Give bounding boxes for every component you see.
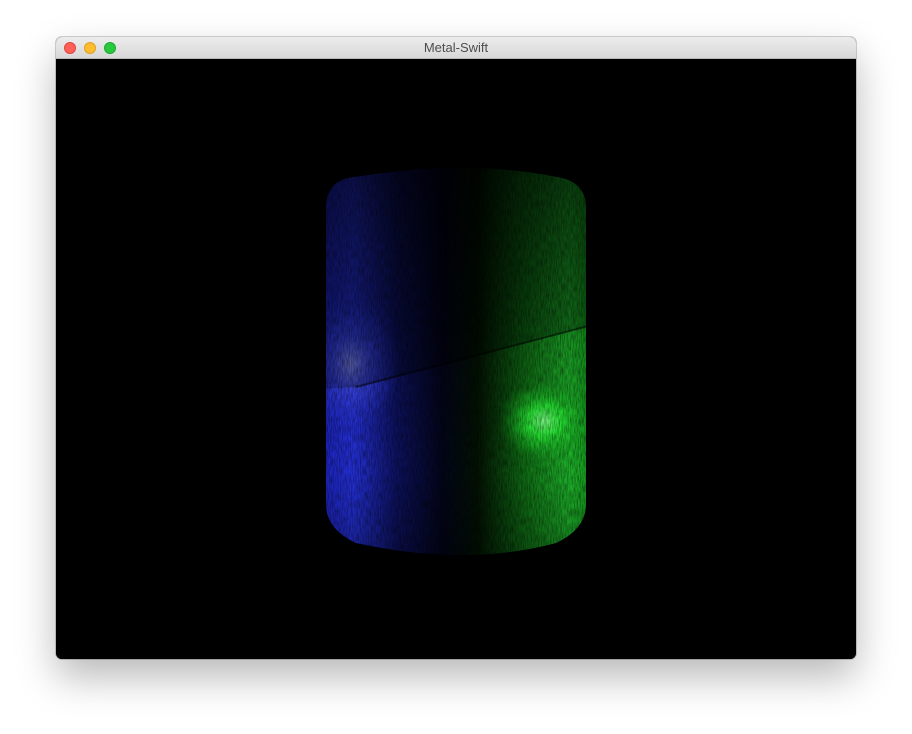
app-window: Metal-Swift [56, 37, 856, 659]
window-title: Metal-Swift [423, 40, 489, 55]
cylinder-model [326, 168, 586, 555]
desktop: Metal-Swift [0, 0, 912, 734]
title-bar[interactable]: Metal-Swift [56, 37, 856, 59]
render-canvas [326, 168, 586, 555]
metal-render-view[interactable] [56, 59, 856, 659]
